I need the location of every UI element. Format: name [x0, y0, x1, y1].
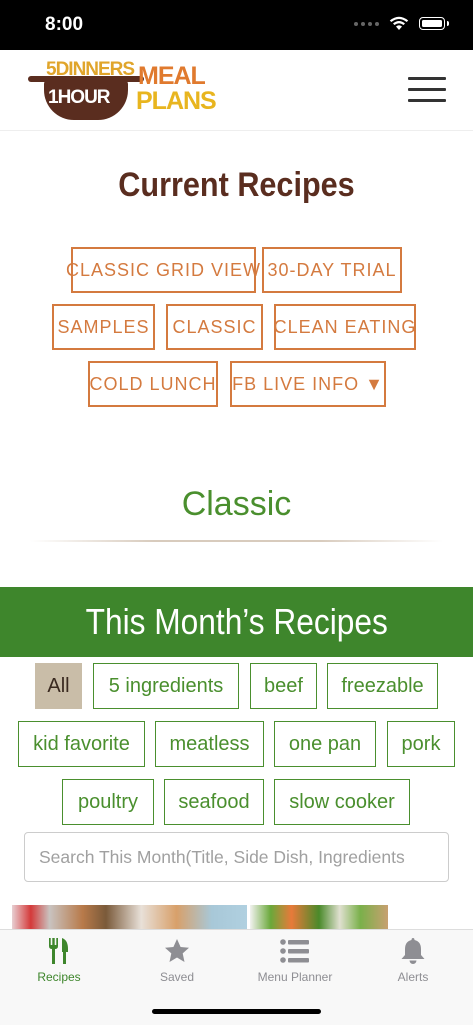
bell-icon — [401, 938, 425, 964]
thirty-day-trial-button[interactable]: 30-DAY TRIAL — [262, 247, 402, 293]
filter-chip-seafood[interactable]: seafood — [164, 779, 264, 825]
samples-button[interactable]: SAMPLES — [52, 304, 155, 350]
app-header: 5DINNERS 1HOUR MEAL PLANS — [0, 50, 473, 131]
classic-button[interactable]: CLASSIC — [166, 304, 263, 350]
filter-chip-one-pan[interactable]: one pan — [274, 721, 376, 767]
filter-chip-poultry[interactable]: poultry — [62, 779, 154, 825]
logo-line1: 5DINNERS — [46, 59, 135, 80]
fb-live-info-button[interactable]: FB LIVE INFO ▼ — [230, 361, 386, 407]
status-icons — [354, 16, 449, 31]
fork-knife-icon — [49, 938, 68, 964]
wifi-icon — [389, 16, 409, 30]
logo-plans: PLANS — [136, 87, 217, 115]
tab-label: Menu Planner — [257, 970, 333, 984]
tab-recipes[interactable]: Recipes — [0, 930, 118, 992]
divider — [30, 540, 443, 542]
banner-title: This Month’s Recipes — [85, 601, 388, 642]
classic-grid-view-button[interactable]: CLASSIC GRID VIEW — [66, 247, 260, 293]
signal-dots-icon — [354, 21, 379, 26]
logo-line2: 1HOUR — [48, 87, 111, 108]
filter-chip-5-ingredients[interactable]: 5 ingredients — [93, 663, 239, 709]
page-title: Current Recipes — [118, 166, 355, 204]
status-bar: 8:00 — [0, 0, 473, 50]
logo-meal: MEAL — [138, 62, 206, 90]
clean-eating-button[interactable]: CLEAN EATING — [274, 304, 416, 350]
tab-label: Alerts — [397, 970, 429, 984]
tab-menu-planner[interactable]: Menu Planner — [236, 930, 354, 992]
monthly-recipes-banner: This Month’s Recipes — [0, 587, 473, 657]
tab-label: Recipes — [37, 970, 81, 984]
battery-icon — [419, 17, 445, 30]
hamburger-icon — [408, 77, 446, 80]
filter-chip-all[interactable]: All — [35, 663, 82, 709]
recipe-thumbnail[interactable] — [250, 905, 388, 929]
recipe-thumbnail[interactable] — [12, 905, 247, 929]
filter-chip-beef[interactable]: beef — [250, 663, 317, 709]
filter-chip-slow-cooker[interactable]: slow cooker — [274, 779, 410, 825]
cold-lunch-button[interactable]: COLD LUNCH — [88, 361, 218, 407]
status-time: 8:00 — [45, 14, 84, 35]
filter-chip-kid-favorite[interactable]: kid favorite — [18, 721, 145, 767]
logo[interactable]: 5DINNERS 1HOUR MEAL PLANS — [28, 58, 218, 122]
filter-chip-pork[interactable]: pork — [387, 721, 455, 767]
home-indicator[interactable] — [152, 1009, 321, 1014]
tab-saved[interactable]: Saved — [118, 930, 236, 992]
filter-chip-freezable[interactable]: freezable — [327, 663, 438, 709]
section-heading: Classic — [181, 485, 292, 523]
list-icon — [280, 939, 309, 963]
star-icon — [165, 939, 189, 962]
tab-alerts[interactable]: Alerts — [354, 930, 472, 992]
filter-chip-meatless[interactable]: meatless — [155, 721, 264, 767]
tab-label: Saved — [159, 970, 195, 984]
hamburger-menu-button[interactable] — [408, 77, 446, 103]
search-input[interactable] — [24, 832, 449, 882]
